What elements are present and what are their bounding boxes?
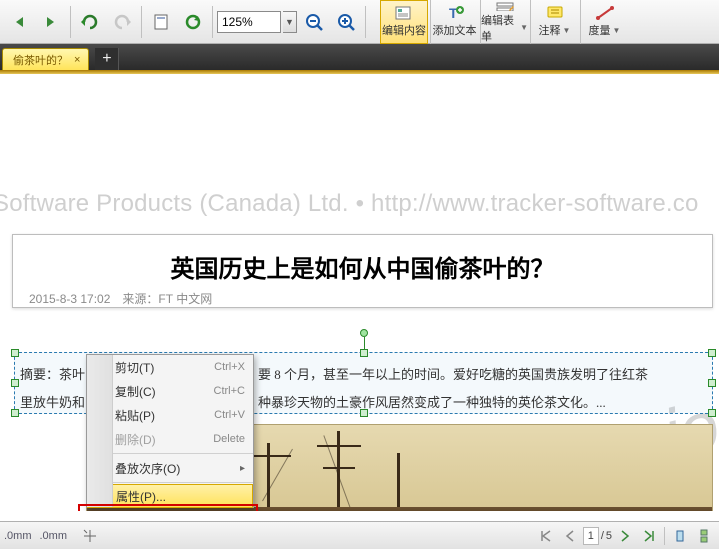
status-height: .0mm [40,530,68,542]
comment-icon [545,5,565,21]
page-number-input[interactable]: 1 [583,527,599,545]
main-toolbar: 125% ▼ 编辑内容 T 添加文本 编辑表单▼ 注释▼ 度量▼ [0,0,719,44]
body-text-line1b: 要 8 个月，甚至一年以上的时间。爱好吃糖的英国贵族发明了往红茶 [258,364,648,383]
forward-button[interactable] [36,4,66,40]
body-text-line2a: 里放牛奶和 [20,392,85,411]
zoom-input[interactable]: 125% [217,11,281,33]
status-bar: .0mm .0mm 1 / 5 [0,521,719,549]
layout-single-button[interactable] [669,526,691,546]
measure-label: 度量 [589,22,611,38]
layout-continuous-button[interactable] [693,526,715,546]
watermark-text: cker Software Products (Canada) Ltd. • h… [0,190,699,218]
fit-page-button[interactable] [146,4,176,40]
body-text-line1a: 摘要：茶叶 [20,364,85,383]
last-page-button[interactable] [638,526,660,546]
prev-page-button[interactable] [559,526,581,546]
rotate-handle[interactable] [360,329,368,337]
page-title: 英国历史上是如何从中国偷茶叶的？ [29,247,696,290]
body-text-line2b: 种暴珍天物的土豪作风居然变成了一种独特的英伦茶文化。... [258,392,606,411]
resize-handle-sw[interactable] [11,409,19,417]
document-viewport[interactable]: cker Software Products (Canada) Ltd. • h… [0,74,719,511]
edit-form-label: 编辑表单 [481,12,518,44]
cursor-pos-icon[interactable] [79,526,101,546]
document-tab[interactable]: 偷茶叶的？ × [2,48,89,70]
resize-handle-ne[interactable] [708,349,716,357]
measure-button[interactable]: 度量▼ [580,0,628,44]
resize-handle-w[interactable] [11,379,19,387]
edit-content-icon [394,5,414,21]
edit-content-button[interactable]: 编辑内容 [380,0,428,44]
page-total: 5 [606,530,612,542]
add-text-label: 添加文本 [433,22,477,38]
redo-button[interactable] [107,4,137,40]
measure-icon [595,5,615,21]
status-width: .0mm [4,530,32,542]
zoom-in-button[interactable] [331,4,361,40]
first-page-button[interactable] [535,526,557,546]
context-menu: 剪切(T)Ctrl+X 复制(C)Ctrl+C 粘贴(P)Ctrl+V 删除(D… [86,354,254,508]
edit-form-button[interactable]: 编辑表单▼ [480,0,528,44]
tab-title: 偷茶叶的？ [13,52,68,68]
add-text-icon: T [445,5,465,21]
zoom-dropdown[interactable]: ▼ [283,11,297,33]
resize-handle-se[interactable] [708,409,716,417]
zoom-out-button[interactable] [299,4,329,40]
next-page-button[interactable] [614,526,636,546]
add-text-button[interactable]: T 添加文本 [430,0,478,44]
edit-form-icon [495,0,515,11]
document-page: 英国历史上是如何从中国偷茶叶的？ 2015-8-3 17:02 来源：FT 中文… [12,234,713,308]
undo-button[interactable] [75,4,105,40]
add-tab-button[interactable]: + [95,48,119,70]
back-button[interactable] [4,4,34,40]
resize-handle-e[interactable] [708,379,716,387]
resize-handle-n[interactable] [360,349,368,357]
svg-text:T: T [449,5,458,21]
page-meta: 2015-8-3 17:02 来源：FT 中文网 [29,290,696,307]
refresh-button[interactable] [178,4,208,40]
comment-label: 注释 [539,22,561,38]
resize-handle-nw[interactable] [11,349,19,357]
page-sep: / [601,530,604,542]
tab-strip: 偷茶叶的？ × + [0,44,719,70]
edit-content-label: 编辑内容 [382,22,426,38]
comment-button[interactable]: 注释▼ [530,0,578,44]
tab-close-icon[interactable]: × [74,54,80,66]
